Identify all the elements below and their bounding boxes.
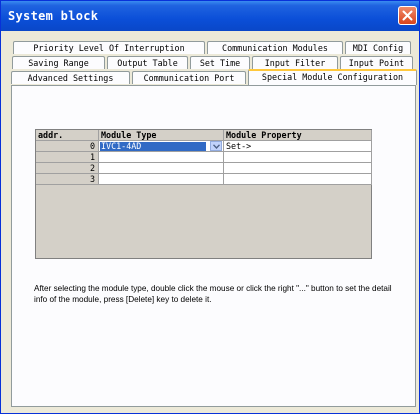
close-icon bbox=[402, 10, 413, 21]
table-row[interactable]: 2 bbox=[36, 163, 372, 174]
tab-input-point[interactable]: Input Point bbox=[340, 56, 413, 69]
table-row[interactable]: 3 bbox=[36, 174, 372, 185]
tab-output-table[interactable]: Output Table bbox=[107, 56, 188, 69]
help-text: After selecting the module type, double … bbox=[34, 284, 392, 304]
window-title: System block bbox=[8, 9, 99, 23]
tab-special-module-configuration[interactable]: Special Module Configuration bbox=[248, 69, 417, 85]
row-addr-cell: 0 bbox=[36, 141, 99, 152]
module-property-cell[interactable] bbox=[224, 152, 372, 163]
module-type-cell[interactable] bbox=[99, 174, 224, 185]
module-type-cell[interactable] bbox=[99, 163, 224, 174]
column-header-module-property[interactable]: Module Property bbox=[224, 130, 372, 141]
row-addr-cell: 1 bbox=[36, 152, 99, 163]
tab-communication-port[interactable]: Communication Port bbox=[132, 71, 246, 84]
grid-header: addr. Module Type Module Property bbox=[36, 130, 372, 141]
tab-advanced-settings[interactable]: Advanced Settings bbox=[11, 71, 130, 84]
module-property-cell[interactable] bbox=[224, 174, 372, 185]
chevron-down-icon bbox=[213, 144, 220, 149]
module-property-cell[interactable]: Set-> bbox=[224, 141, 372, 152]
table-row[interactable]: 1 bbox=[36, 152, 372, 163]
tab-priority-level[interactable]: Priority Level Of Interruption bbox=[13, 41, 205, 54]
dropdown-button[interactable] bbox=[210, 141, 222, 151]
table-row[interactable]: 0 IVC1-4AD Set-> bbox=[36, 141, 372, 152]
title-bar[interactable]: System block bbox=[1, 1, 419, 31]
system-block-window: System block Priority Level Of Interrupt… bbox=[0, 0, 420, 414]
tab-communication-modules[interactable]: Communication Modules bbox=[207, 41, 343, 54]
close-button[interactable] bbox=[398, 6, 417, 25]
column-header-addr[interactable]: addr. bbox=[36, 130, 99, 141]
row-addr-cell: 3 bbox=[36, 174, 99, 185]
module-type-value[interactable]: IVC1-4AD bbox=[100, 142, 206, 151]
tab-set-time[interactable]: Set Time bbox=[190, 56, 250, 69]
module-grid[interactable]: addr. Module Type Module Property 0 IVC1… bbox=[35, 129, 372, 259]
column-header-module-type[interactable]: Module Type bbox=[99, 130, 224, 141]
row-addr-cell: 2 bbox=[36, 163, 99, 174]
tab-saving-range[interactable]: Saving Range bbox=[12, 56, 105, 69]
tab-mdi-config[interactable]: MDI Config bbox=[345, 41, 411, 54]
module-property-cell[interactable] bbox=[224, 163, 372, 174]
module-type-dropdown[interactable]: IVC1-4AD bbox=[99, 141, 224, 152]
module-type-cell[interactable] bbox=[99, 152, 224, 163]
tab-input-filter[interactable]: Input Filter bbox=[252, 56, 338, 69]
